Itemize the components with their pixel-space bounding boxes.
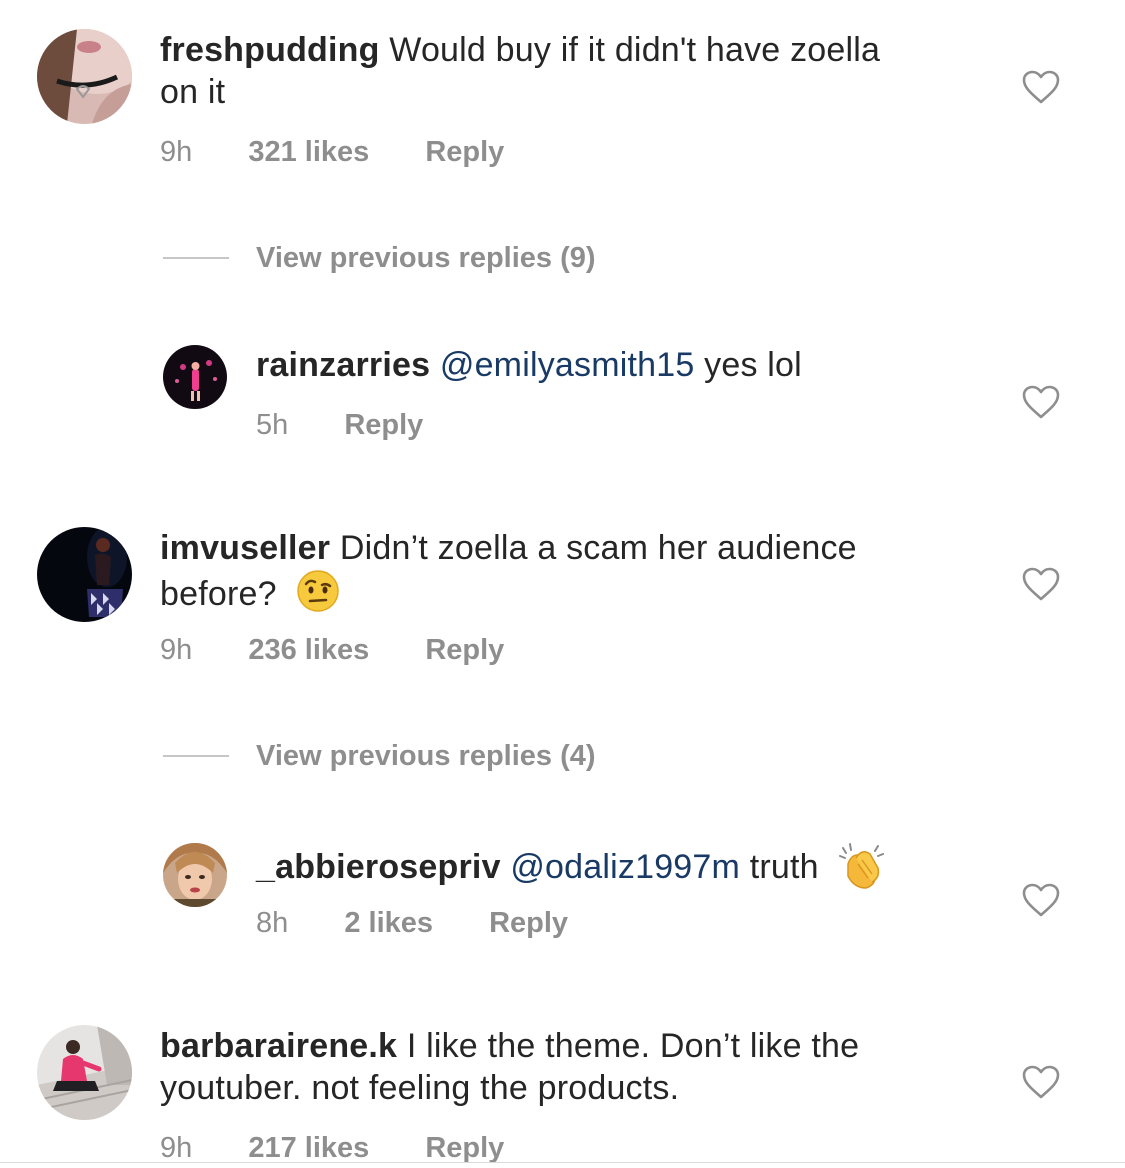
comment-time: 9h — [160, 1132, 193, 1164]
avatar[interactable] — [37, 29, 132, 124]
avatar[interactable] — [37, 527, 132, 622]
mention-link[interactable]: @emilyasmith15 — [440, 346, 695, 384]
comment-text: freshpudding Would buy if it didn't have… — [160, 29, 990, 113]
view-previous-replies[interactable]: View previous replies (4) — [163, 736, 863, 776]
replies-divider — [163, 257, 229, 259]
comment-body-cont: before? — [160, 575, 277, 613]
reply-username[interactable]: _abbierosepriv — [256, 848, 501, 886]
comment-text: barbarairene.k I like the theme. Don’t l… — [160, 1025, 990, 1109]
comment-body: Would buy if it didn't have zoella — [389, 31, 881, 69]
reply-text: _abbierosepriv @odaliz1997m truth — [256, 842, 996, 900]
comment-username[interactable]: barbarairene.k — [160, 1027, 397, 1065]
mention-link[interactable]: @odaliz1997m — [510, 848, 740, 886]
avatar[interactable] — [163, 843, 227, 907]
comment-body-cont: on it — [160, 73, 226, 111]
comment-body-cont: youtuber. not feeling the products. — [160, 1069, 680, 1107]
likes-count[interactable]: 321 likes — [248, 136, 369, 169]
reply-body: truth — [749, 848, 819, 886]
comment-meta: 9h 217 likes Reply — [160, 1132, 504, 1165]
comment-meta: 9h 321 likes Reply — [160, 136, 504, 169]
reply-meta: 5h Reply — [256, 409, 423, 442]
comment-item: imvuseller Didn’t zoella a scam her audi… — [0, 500, 1125, 700]
heart-outline-icon[interactable] — [1022, 70, 1060, 104]
reply-time: 8h — [256, 907, 289, 939]
reply-item: _abbierosepriv @odaliz1997m truth 8h 2 l… — [0, 828, 1125, 968]
reply-meta: 8h 2 likes Reply — [256, 907, 568, 940]
heart-outline-icon[interactable] — [1022, 385, 1060, 419]
reply-body: yes lol — [704, 346, 802, 384]
comment-time: 9h — [160, 634, 193, 666]
view-replies-label[interactable]: View previous replies (4) — [256, 736, 596, 776]
likes-count[interactable]: 236 likes — [248, 634, 369, 667]
reply-username[interactable]: rainzarries — [256, 346, 430, 384]
face-with-raised-eyebrow-icon — [296, 569, 340, 623]
reply-button[interactable]: Reply — [425, 1132, 504, 1165]
reply-item: rainzarries @emilyasmith15 yes lol 5h Re… — [0, 330, 1125, 470]
view-replies-label[interactable]: View previous replies (9) — [256, 238, 596, 278]
comment-item: barbarairene.k I like the theme. Don’t l… — [0, 998, 1125, 1168]
reply-button[interactable]: Reply — [425, 136, 504, 169]
heart-outline-icon[interactable] — [1022, 883, 1060, 917]
view-previous-replies[interactable]: View previous replies (9) — [163, 238, 863, 278]
replies-divider — [163, 755, 229, 757]
comment-time: 9h — [160, 136, 193, 168]
heart-outline-icon[interactable] — [1022, 567, 1060, 601]
likes-count[interactable]: 217 likes — [248, 1132, 369, 1165]
reply-time: 5h — [256, 409, 289, 441]
comment-body: Didn’t zoella a scam her audience — [339, 529, 857, 567]
reply-button[interactable]: Reply — [344, 409, 423, 442]
likes-count[interactable]: 2 likes — [344, 907, 433, 940]
comment-meta: 9h 236 likes Reply — [160, 634, 504, 667]
comment-body: I like the theme. Don’t like the — [406, 1027, 860, 1065]
bottom-divider — [0, 1162, 1125, 1163]
avatar[interactable] — [37, 1025, 132, 1120]
comment-username[interactable]: freshpudding — [160, 31, 380, 69]
avatar[interactable] — [163, 345, 227, 409]
reply-text: rainzarries @emilyasmith15 yes lol — [256, 344, 996, 386]
reply-button[interactable]: Reply — [425, 634, 504, 667]
heart-outline-icon[interactable] — [1022, 1065, 1060, 1099]
clapping-hands-icon — [838, 842, 885, 900]
comment-username[interactable]: imvuseller — [160, 529, 330, 567]
comment-text: imvuseller Didn’t zoella a scam her audi… — [160, 527, 990, 623]
comment-item: freshpudding Would buy if it didn't have… — [0, 0, 1125, 200]
reply-button[interactable]: Reply — [489, 907, 568, 940]
